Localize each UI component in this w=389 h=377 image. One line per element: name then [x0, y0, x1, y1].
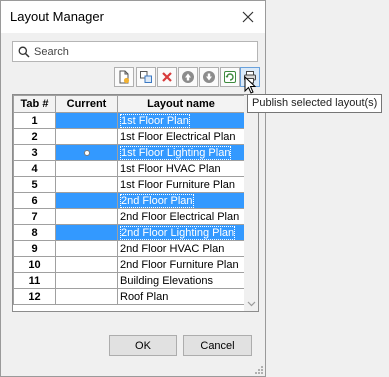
column-header-current[interactable]: Current: [55, 95, 118, 113]
layout-name-label: 1st Floor Lighting Plan: [120, 145, 232, 160]
search-icon: [18, 46, 30, 58]
layout-name[interactable]: 1st Floor Lighting Plan: [117, 144, 245, 161]
search-input[interactable]: [34, 43, 254, 60]
layout-name-label: 1st Floor HVAC Plan: [120, 162, 221, 175]
cancel-button[interactable]: Cancel: [183, 335, 252, 356]
layout-name-label: 1st Floor Plan: [120, 113, 190, 128]
refresh-icon: [224, 71, 236, 83]
table-row[interactable]: 1 1st Floor Plan: [13, 112, 245, 129]
layout-name-label: 2nd Floor Electrical Plan: [120, 210, 240, 223]
refresh-button[interactable]: [220, 67, 240, 87]
mouse-cursor-icon: [244, 76, 257, 94]
background-window: [265, 0, 389, 377]
search-box[interactable]: [12, 41, 258, 62]
delete-layout-button[interactable]: [157, 67, 177, 87]
column-header-layout-name[interactable]: Layout name: [117, 95, 245, 113]
layout-name[interactable]: 1st Floor Electrical Plan: [117, 128, 245, 145]
move-down-icon: [203, 71, 215, 83]
vertical-scrollbar[interactable]: [244, 95, 258, 311]
current-cell[interactable]: [55, 272, 118, 289]
table-row[interactable]: 12 Roof Plan: [13, 288, 245, 305]
layout-name[interactable]: 2nd Floor Electrical Plan: [117, 208, 245, 225]
table-row[interactable]: 8 2nd Floor Lighting Plan: [13, 224, 245, 241]
table-row[interactable]: 6 2nd Floor Plan: [13, 192, 245, 209]
table-row[interactable]: 10 2nd Floor Furniture Plan: [13, 256, 245, 273]
layout-name-label: 2nd Floor Lighting Plan: [120, 225, 236, 240]
tab-number: 4: [13, 160, 56, 177]
table-row[interactable]: 5 1st Floor Furniture Plan: [13, 176, 245, 193]
current-cell[interactable]: [55, 176, 118, 193]
copy-layout-icon: [140, 71, 152, 83]
window-title: Layout Manager: [10, 9, 104, 24]
layout-name[interactable]: Building Elevations: [117, 272, 245, 289]
current-cell[interactable]: [55, 256, 118, 273]
layout-name[interactable]: 2nd Floor HVAC Plan: [117, 240, 245, 257]
layout-name[interactable]: 2nd Floor Plan: [117, 192, 245, 209]
table-row[interactable]: 9 2nd Floor HVAC Plan: [13, 240, 245, 257]
copy-layout-button[interactable]: [136, 67, 156, 87]
table-header-row: Tab # Current Layout name: [13, 95, 245, 113]
tab-number: 3: [13, 144, 56, 161]
move-up-button[interactable]: [178, 67, 198, 87]
layout-name-label: Roof Plan: [120, 290, 169, 303]
layout-name[interactable]: 2nd Floor Lighting Plan: [117, 224, 245, 241]
layout-name[interactable]: 1st Floor Plan: [117, 112, 245, 129]
layout-name[interactable]: 1st Floor Furniture Plan: [117, 176, 245, 193]
move-up-icon: [182, 71, 194, 83]
table-row[interactable]: 7 2nd Floor Electrical Plan: [13, 208, 245, 225]
current-cell[interactable]: [55, 112, 118, 129]
layout-manager-dialog: Layout Manager Search Tab # Current Layo…: [0, 0, 266, 377]
scroll-down-button[interactable]: [244, 296, 258, 311]
current-cell[interactable]: [55, 192, 118, 209]
current-cell[interactable]: [55, 144, 118, 161]
new-layout-icon: [119, 70, 130, 84]
chevron-down-icon: [247, 301, 256, 306]
tab-number: 12: [13, 288, 56, 305]
title-bar: Layout Manager: [1, 1, 265, 33]
layout-name-label: 1st Floor Electrical Plan: [120, 130, 236, 143]
layout-name[interactable]: 2nd Floor Furniture Plan: [117, 256, 245, 273]
publish-tooltip: Publish selected layout(s): [247, 94, 382, 113]
layout-name-label: 2nd Floor Furniture Plan: [120, 258, 239, 271]
layout-name-label: 2nd Floor Plan: [120, 193, 194, 208]
tab-number: 10: [13, 256, 56, 273]
tab-number: 2: [13, 128, 56, 145]
table-row[interactable]: 11 Building Elevations: [13, 272, 245, 289]
close-button[interactable]: [231, 2, 265, 32]
layout-name[interactable]: 1st Floor HVAC Plan: [117, 160, 245, 177]
resize-grip-icon[interactable]: [254, 365, 264, 375]
current-cell[interactable]: [55, 160, 118, 177]
current-cell[interactable]: [55, 224, 118, 241]
current-cell[interactable]: [55, 288, 118, 305]
layout-name-label: 2nd Floor HVAC Plan: [120, 242, 225, 255]
table-row[interactable]: 3 1st Floor Lighting Plan: [13, 144, 245, 161]
close-icon: [242, 11, 254, 23]
current-cell[interactable]: [55, 128, 118, 145]
delete-icon: [162, 72, 172, 82]
current-layout-indicator-icon: [83, 149, 90, 156]
table-row[interactable]: 2 1st Floor Electrical Plan: [13, 128, 245, 145]
layout-name-label: Building Elevations: [120, 274, 213, 287]
tab-number: 5: [13, 176, 56, 193]
layout-name[interactable]: Roof Plan: [117, 288, 245, 305]
tab-number: 1: [13, 112, 56, 129]
layout-table: Tab # Current Layout name 1 1st Floor Pl…: [12, 94, 259, 312]
tab-number: 7: [13, 208, 56, 225]
table-row[interactable]: 4 1st Floor HVAC Plan: [13, 160, 245, 177]
column-header-tab[interactable]: Tab #: [13, 95, 56, 113]
tab-number: 8: [13, 224, 56, 241]
tab-number: 9: [13, 240, 56, 257]
current-cell[interactable]: [55, 240, 118, 257]
new-layout-button[interactable]: [114, 67, 134, 87]
layout-name-label: 1st Floor Furniture Plan: [120, 178, 235, 191]
tab-number: 6: [13, 192, 56, 209]
tab-number: 11: [13, 272, 56, 289]
ok-button[interactable]: OK: [109, 335, 177, 356]
current-cell[interactable]: [55, 208, 118, 225]
move-down-button[interactable]: [199, 67, 219, 87]
